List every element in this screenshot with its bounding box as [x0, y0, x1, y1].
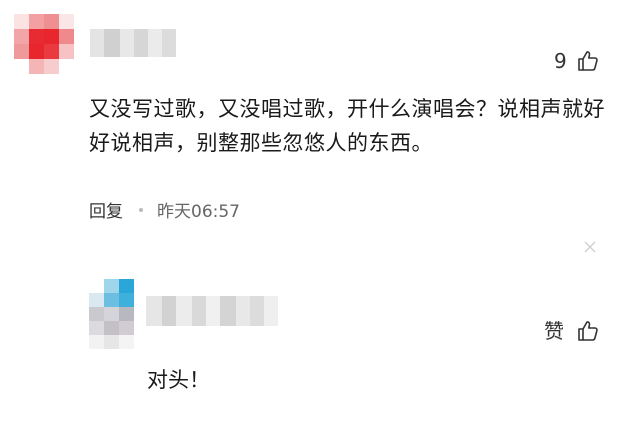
username-blurred[interactable] — [90, 29, 176, 57]
comment-meta: 回复 昨天06:57 — [89, 197, 240, 222]
separator-dot — [139, 207, 143, 212]
close-icon[interactable] — [583, 240, 597, 254]
reply-text: 对头！ — [147, 368, 210, 392]
avatar[interactable] — [14, 14, 74, 74]
comment-text: 又没写过歌，又没唱过歌，开什么演唱会？说相声就好好说相声，别整那些忽悠人的东西。 — [89, 97, 605, 155]
reply-button[interactable]: 回复 — [89, 197, 123, 222]
avatar[interactable] — [89, 279, 134, 349]
username-blurred[interactable] — [146, 296, 278, 326]
like-label[interactable]: 赞 — [544, 319, 564, 343]
thumbs-up-icon[interactable] — [576, 319, 600, 343]
thumbs-up-icon[interactable] — [576, 49, 600, 73]
timestamp: 昨天06:57 — [157, 202, 240, 222]
like-count: 9 — [554, 49, 567, 73]
comment: 9 又没写过歌，又没唱过歌，开什么演唱会？说相声就好好说相声，别整那些忽悠人的东… — [0, 0, 640, 253]
